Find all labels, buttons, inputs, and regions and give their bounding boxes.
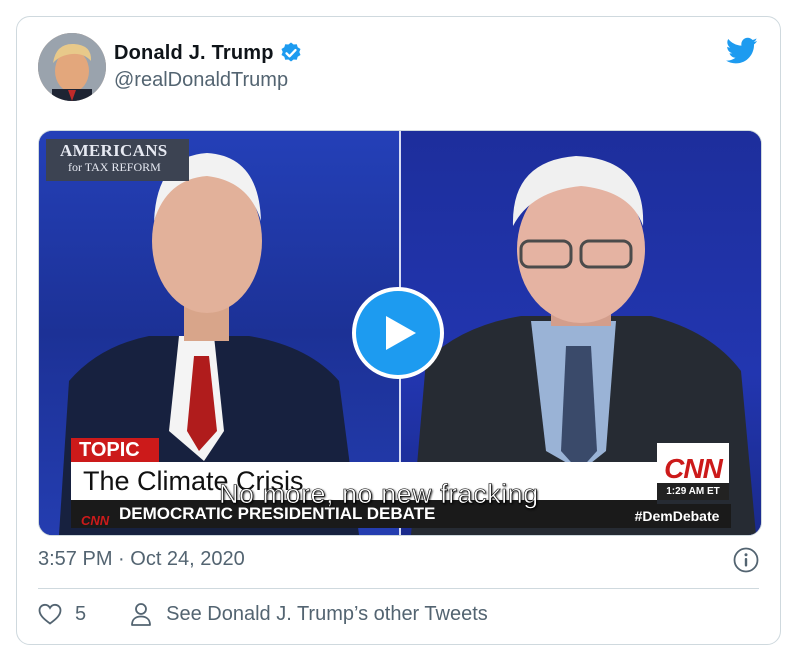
see-other-tweets-link[interactable]: See Donald J. Trump’s other Tweets bbox=[130, 602, 488, 626]
play-button[interactable] bbox=[352, 287, 444, 379]
heart-icon bbox=[38, 603, 62, 625]
video-caption: No more, no new fracking bbox=[219, 479, 539, 510]
hashtag-badge: #DemDebate bbox=[623, 504, 731, 528]
avatar[interactable] bbox=[38, 33, 106, 101]
video-player[interactable]: AMERICANS for TAX REFORM TOPIC The Clima… bbox=[38, 130, 762, 536]
like-button[interactable]: 5 bbox=[38, 603, 86, 626]
like-count: 5 bbox=[75, 602, 87, 625]
author-display-name[interactable]: Donald J. Trump bbox=[114, 42, 274, 65]
tweet-timestamp[interactable]: 3:57 PM · Oct 24, 2020 bbox=[38, 548, 245, 571]
person-icon bbox=[131, 603, 152, 626]
tweet-actions: 5 See Donald J. Trump’s other Tweets bbox=[38, 602, 488, 626]
info-icon[interactable] bbox=[733, 547, 759, 573]
play-icon bbox=[386, 316, 416, 350]
cnn-small-logo: CNN bbox=[81, 513, 110, 528]
verified-badge-icon bbox=[281, 42, 301, 62]
americans-for-tax-reform-logo: AMERICANS for TAX REFORM bbox=[46, 139, 189, 181]
topic-label: TOPIC bbox=[71, 438, 159, 463]
author-handle[interactable]: @realDonaldTrump bbox=[114, 69, 288, 92]
see-other-tweets-label: See Donald J. Trump’s other Tweets bbox=[166, 602, 488, 625]
broadcast-time: 1:29 AM ET bbox=[657, 483, 729, 500]
twitter-bird-icon[interactable] bbox=[726, 37, 758, 65]
divider bbox=[38, 588, 759, 589]
tweet-card[interactable]: Donald J. Trump @realDonaldTrump AMERICA… bbox=[16, 16, 781, 645]
